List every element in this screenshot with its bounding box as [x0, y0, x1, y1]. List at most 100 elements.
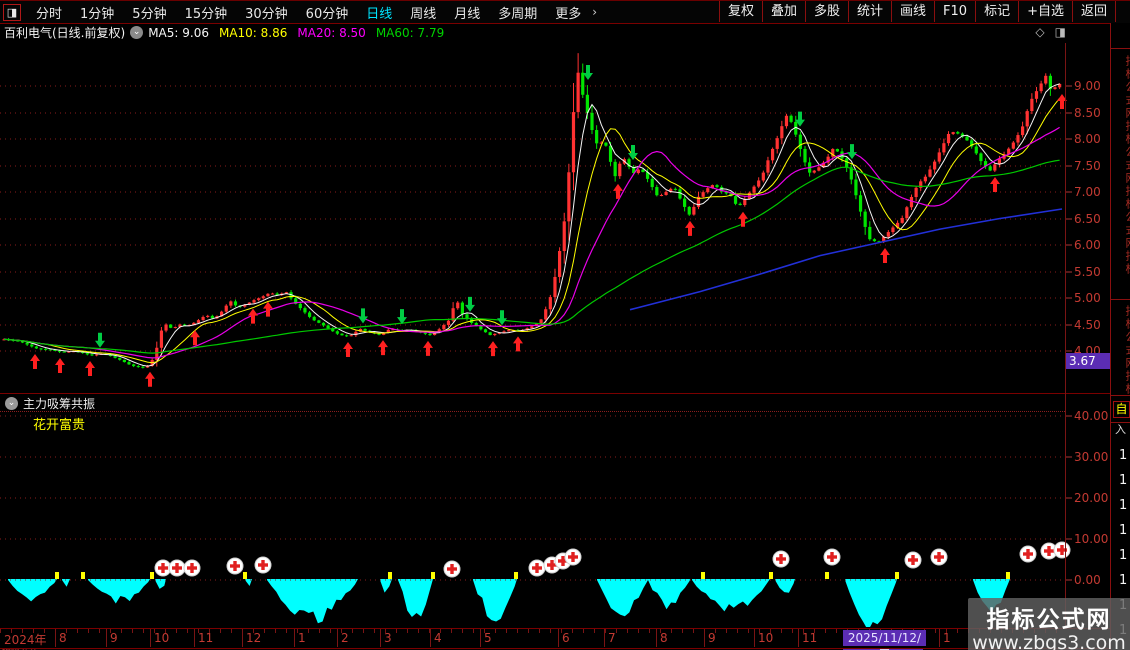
time-axis-separator — [656, 629, 657, 647]
period-tab-daily[interactable]: 日线 — [357, 3, 401, 22]
watermark-site-name: 指标公式网 — [986, 607, 1112, 633]
period-tab-5min[interactable]: 5分钟 — [123, 3, 175, 22]
price-axis-label: 5.00 — [1074, 291, 1101, 305]
period-tab-30min[interactable]: 30分钟 — [236, 3, 297, 22]
time-axis[interactable]: 2025/11/12/三 2024年8910111212345678910111 — [0, 628, 1110, 650]
stock-title: 百利电气(日线.前复权) — [4, 26, 126, 40]
period-tab-1min[interactable]: 1分钟 — [71, 3, 123, 22]
time-axis-month-label: 6 — [562, 631, 570, 645]
clipped-digit: 1 — [1119, 473, 1128, 488]
time-axis-separator — [242, 629, 243, 647]
split-view-icon[interactable]: ◨ — [1055, 25, 1066, 39]
more-arrow-icon[interactable]: › — [590, 5, 597, 19]
time-axis-month-label: 2 — [341, 631, 349, 645]
indicator-signal-label: 花开富贵 — [33, 418, 86, 433]
time-axis-month-label: 4 — [434, 631, 442, 645]
action-biaoji[interactable]: 标记 — [975, 1, 1018, 22]
clipped-digit: 1 — [1119, 573, 1128, 588]
time-axis-month-label: 9 — [708, 631, 716, 645]
time-axis-separator — [604, 629, 605, 647]
kline-chart-canvas[interactable] — [0, 1, 1130, 650]
action-add-watch[interactable]: +自选 — [1018, 1, 1072, 22]
time-axis-separator — [150, 629, 151, 647]
period-tab-15min[interactable]: 15分钟 — [176, 3, 237, 22]
time-axis-separator — [430, 629, 431, 647]
clipped-side-panel: 指标公式网指标公式网指标公式网指标 指标公式网指标 自 入 11111111 — [1110, 23, 1130, 650]
ma10-value: MA10: 8.86 — [218, 25, 288, 40]
period-tab-weekly[interactable]: 周线 — [401, 3, 445, 22]
time-axis-month-label: 2024年 — [4, 633, 47, 647]
time-axis-separator — [798, 629, 799, 647]
time-axis-month-label: 10 — [154, 631, 170, 645]
price-axis-label: 4.50 — [1074, 318, 1101, 332]
time-axis-separator — [704, 629, 705, 647]
price-axis-label: 7.00 — [1074, 185, 1101, 199]
time-axis-month-label: 12 — [246, 631, 262, 645]
clipped-digit: 1 — [1119, 498, 1128, 513]
time-axis-separator — [939, 629, 940, 647]
indicator-header[interactable]: ⌄ 主力吸筹共振 — [0, 395, 95, 411]
time-axis-separator — [106, 629, 107, 647]
action-huaxian[interactable]: 画线 — [891, 1, 934, 22]
corner-icons: ◇ ◨ — [1035, 25, 1066, 39]
axis-border — [1065, 43, 1066, 628]
action-toolbar: 复权 叠加 多股 统计 画线 F10 标记 +自选 返回 — [718, 1, 1116, 22]
indicator-name: 主力吸筹共振 — [23, 396, 96, 411]
time-axis-separator — [294, 629, 295, 647]
price-axis-label: 9.00 — [1074, 79, 1101, 93]
ma20-value: MA20: 8.50 — [297, 25, 366, 40]
window-layout-icon[interactable]: ◨ — [3, 3, 21, 21]
time-axis-separator — [194, 629, 195, 647]
panel-separator[interactable] — [0, 393, 1110, 394]
indicator-collapse-icon[interactable]: ⌄ — [5, 396, 18, 410]
clipped-digit: 1 — [1119, 523, 1128, 538]
action-fuquan[interactable]: 复权 — [718, 1, 762, 22]
period-tab-fenshi[interactable]: 分时 — [27, 3, 71, 22]
reference-price-tag: 3.67 — [1066, 353, 1111, 369]
diamond-icon[interactable]: ◇ — [1035, 25, 1044, 39]
time-axis-month-label: 5 — [484, 631, 492, 645]
action-diejia[interactable]: 叠加 — [761, 1, 805, 22]
clipped-vertical-text: 指标公式网指标 — [1124, 305, 1130, 396]
price-axis-label: 5.50 — [1074, 265, 1101, 279]
clipped-tab-label[interactable]: 自 — [1113, 401, 1130, 418]
current-date-tag: 2025/11/12/三 — [843, 630, 926, 650]
time-axis-separator — [380, 629, 381, 647]
clipped-digit: 1 — [1119, 448, 1128, 463]
time-axis-separator — [55, 629, 56, 647]
period-tab-multi[interactable]: 多周期 — [489, 3, 546, 22]
watermark-url: www.zbgs3.com — [972, 632, 1126, 650]
trading-app-window: ◨ 分时 1分钟 5分钟 15分钟 30分钟 60分钟 日线 周线 月线 多周期… — [0, 0, 1130, 650]
time-axis-month-label: 3 — [384, 631, 392, 645]
time-axis-month-label: 7 — [608, 631, 616, 645]
period-tab-60min[interactable]: 60分钟 — [297, 3, 358, 22]
action-back[interactable]: 返回 — [1071, 1, 1116, 22]
collapse-chevron-icon[interactable]: ⌄ — [130, 26, 144, 39]
time-axis-month-label: 8 — [59, 631, 67, 645]
time-axis-separator — [480, 629, 481, 647]
time-axis-month-label: 8 — [660, 631, 668, 645]
period-toolbar: ◨ 分时 1分钟 5分钟 15分钟 30分钟 60分钟 日线 周线 月线 多周期… — [0, 1, 1130, 24]
ma5-value: MA5: 9.06 — [148, 25, 209, 40]
indicator-axis-label: 30.00 — [1074, 450, 1109, 464]
clipped-digit: 1 — [1119, 548, 1128, 563]
time-axis-month-label: 11 — [802, 631, 818, 645]
time-axis-month-label: 10 — [758, 631, 774, 645]
period-tab-monthly[interactable]: 月线 — [445, 3, 489, 22]
strip-divider — [1111, 299, 1130, 300]
period-tab-more[interactable]: 更多 — [546, 3, 590, 22]
clipped-vertical-text: 指标公式网指标公式网指标公式网指标 — [1124, 55, 1130, 276]
price-axis-label: 7.50 — [1074, 159, 1101, 173]
price-axis-label: 8.50 — [1074, 106, 1101, 120]
action-f10[interactable]: F10 — [934, 1, 975, 22]
action-tongji[interactable]: 统计 — [848, 1, 891, 22]
time-axis-separator — [337, 629, 338, 647]
price-axis-label: 6.00 — [1074, 238, 1101, 252]
time-axis-month-label: 9 — [110, 631, 118, 645]
time-axis-month-label: 1 — [298, 631, 306, 645]
indicator-axis-label: 40.00 — [1074, 409, 1109, 423]
action-dugu[interactable]: 多股 — [804, 1, 848, 22]
time-axis-month-label: 11 — [198, 631, 214, 645]
indicator-header-divider — [0, 411, 1065, 412]
chart-title-row: 百利电气(日线.前复权) ⌄ MA5: 9.06 MA10: 8.86 MA20… — [0, 23, 1110, 42]
